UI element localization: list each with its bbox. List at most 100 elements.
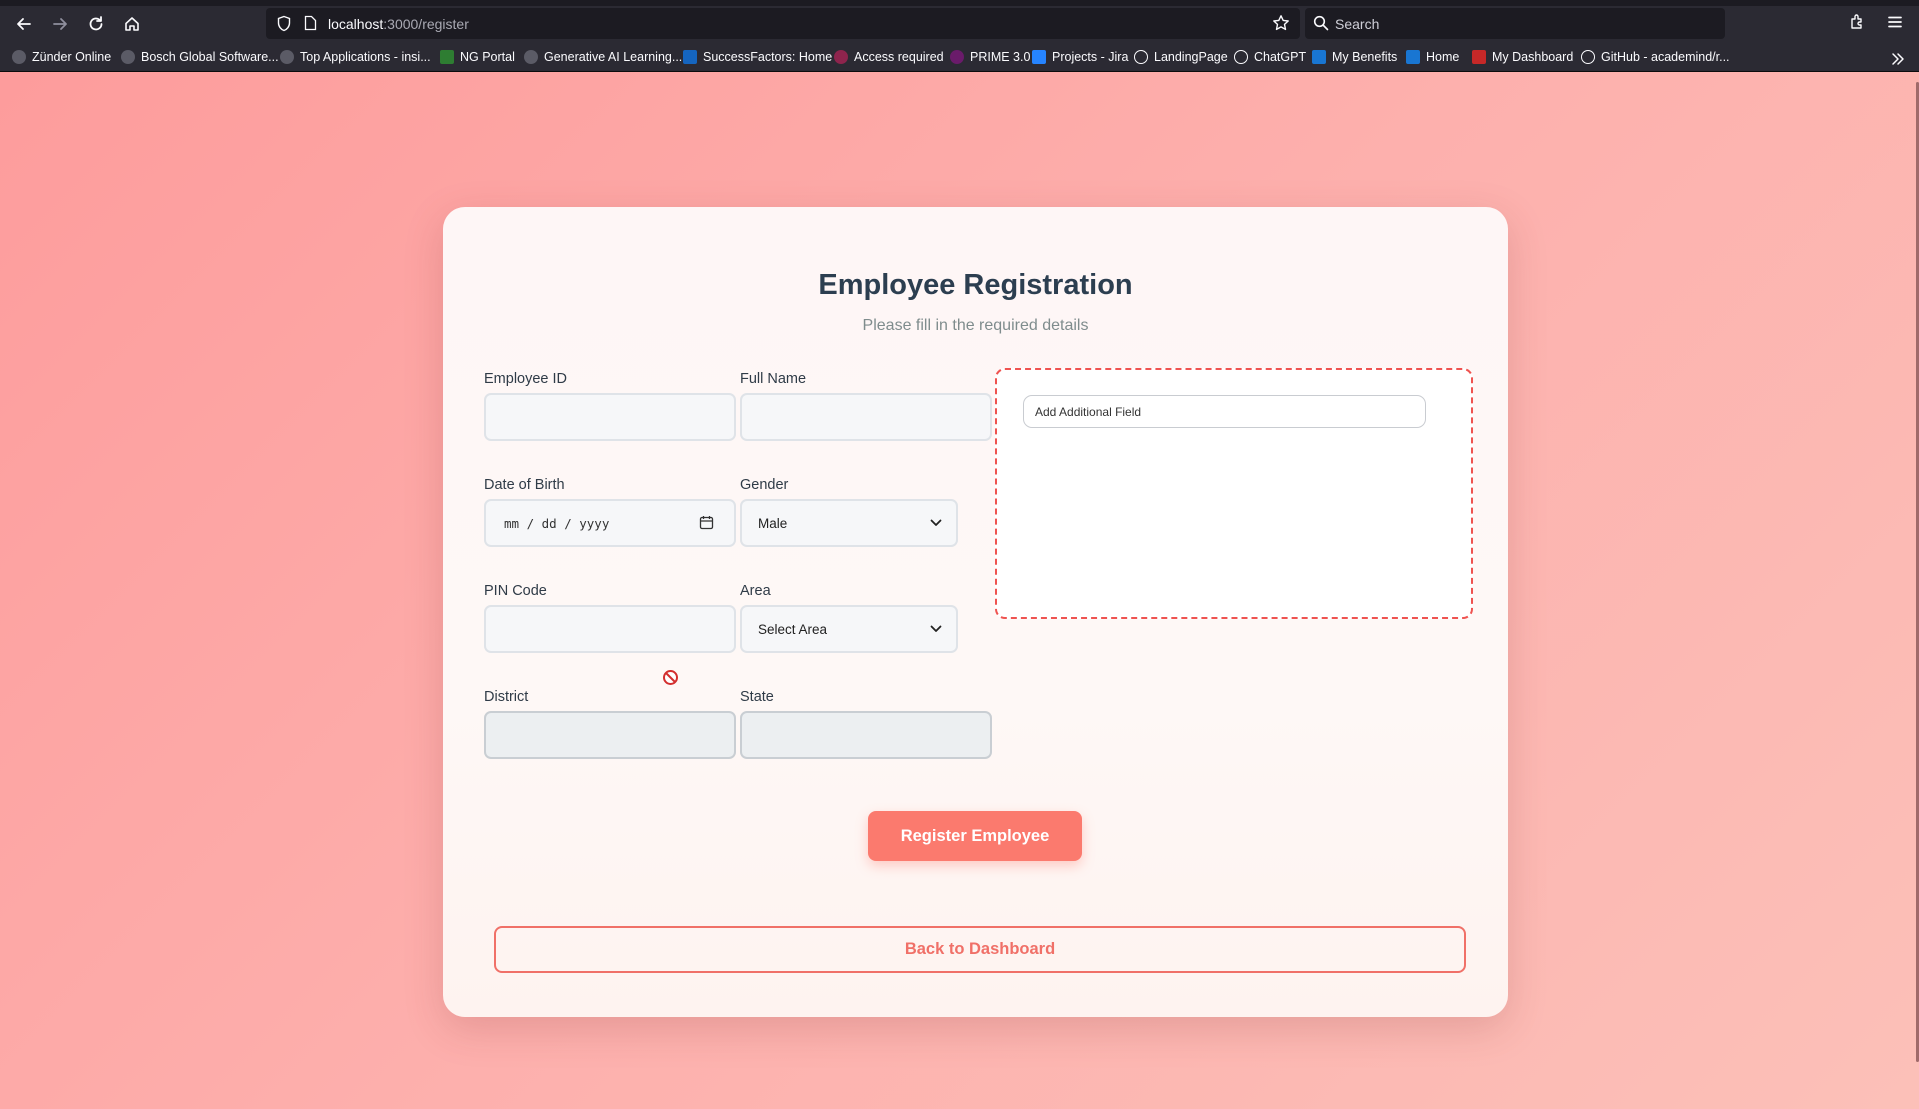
sap-icon bbox=[1312, 50, 1326, 64]
bookmark-favicon-icon bbox=[1472, 50, 1486, 64]
search-placeholder: Search bbox=[1335, 16, 1380, 32]
bookmark-label: Access required bbox=[854, 50, 944, 64]
bookmark-label: ChatGPT bbox=[1254, 50, 1307, 64]
gender-select[interactable]: Male bbox=[740, 499, 958, 547]
dob-input[interactable]: mm / dd / yyyy bbox=[484, 499, 736, 547]
arrow-right-icon bbox=[53, 18, 67, 30]
extensions-icon[interactable] bbox=[1848, 13, 1866, 31]
reload-button[interactable] bbox=[83, 11, 109, 37]
sap-icon bbox=[1406, 50, 1420, 64]
additional-fields-dropzone[interactable]: Add Additional Field bbox=[995, 368, 1473, 619]
bookmark-item[interactable]: Zünder Online bbox=[12, 50, 111, 64]
browser-toolbar: localhost:3000/register Search bbox=[0, 0, 1919, 46]
bookmark-label: SuccessFactors: Home bbox=[703, 50, 833, 64]
bookmark-item[interactable]: GitHub - academind/r... bbox=[1581, 50, 1730, 64]
shield-icon[interactable] bbox=[276, 15, 292, 32]
add-additional-field-input[interactable]: Add Additional Field bbox=[1023, 395, 1426, 428]
back-nav-button[interactable] bbox=[11, 11, 37, 37]
bookmark-item[interactable]: SuccessFactors: Home bbox=[683, 50, 832, 64]
bookmark-item[interactable]: PRIME 3.0 bbox=[950, 50, 1030, 64]
register-employee-button[interactable]: Register Employee bbox=[868, 811, 1082, 861]
pin-code-label: PIN Code bbox=[484, 583, 547, 599]
chevron-double-right-icon[interactable] bbox=[1890, 51, 1906, 67]
address-bar[interactable]: localhost:3000/register bbox=[266, 8, 1300, 39]
bookmark-item[interactable]: NG Portal bbox=[440, 50, 515, 64]
calendar-icon[interactable] bbox=[699, 515, 714, 530]
area-label: Area bbox=[740, 583, 771, 599]
globe-icon bbox=[1134, 50, 1148, 64]
full-name-input[interactable] bbox=[740, 393, 992, 441]
home-icon bbox=[125, 17, 139, 31]
bookmark-label: Projects - Jira bbox=[1052, 50, 1129, 64]
arrow-left-icon bbox=[17, 18, 31, 30]
bookmark-item[interactable]: LandingPage bbox=[1134, 50, 1228, 64]
url-host: localhost bbox=[328, 16, 384, 32]
bookmark-label: My Benefits bbox=[1332, 50, 1398, 64]
bookmark-item[interactable]: ChatGPT bbox=[1234, 50, 1306, 64]
bookmark-favicon-icon bbox=[834, 50, 848, 64]
district-input[interactable] bbox=[484, 711, 736, 759]
bookmark-item[interactable]: Generative AI Learning... bbox=[524, 50, 682, 64]
page-background: Employee Registration Please fill in the… bbox=[0, 72, 1919, 1109]
chevron-down-icon bbox=[930, 625, 942, 632]
bookmark-favicon-icon bbox=[12, 50, 26, 64]
state-label: State bbox=[740, 689, 774, 705]
bookmark-favicon-icon bbox=[121, 50, 135, 64]
add-additional-field-text: Add Additional Field bbox=[1035, 405, 1142, 419]
gender-value: Male bbox=[758, 516, 788, 531]
not-allowed-icon bbox=[663, 670, 678, 685]
bookmark-star-icon[interactable] bbox=[1272, 14, 1290, 32]
area-value: Select Area bbox=[758, 622, 828, 637]
employee-id-input[interactable] bbox=[484, 393, 736, 441]
dob-placeholder: mm / dd / yyyy bbox=[504, 516, 610, 531]
district-label: District bbox=[484, 689, 529, 705]
bookmark-label: Zünder Online bbox=[32, 50, 112, 64]
bookmark-label: NG Portal bbox=[460, 50, 515, 64]
bookmark-label: Top Applications - insi... bbox=[300, 50, 431, 64]
bookmark-label: Bosch Global Software... bbox=[141, 50, 279, 64]
bookmark-label: PRIME 3.0 bbox=[970, 50, 1031, 64]
forward-nav-button[interactable] bbox=[47, 11, 73, 37]
pin-code-input[interactable] bbox=[484, 605, 736, 653]
bookmark-label: Home bbox=[1426, 50, 1460, 64]
hamburger-menu-icon[interactable] bbox=[1886, 13, 1904, 31]
github-icon bbox=[1581, 50, 1595, 64]
bookmark-label: Generative AI Learning... bbox=[544, 50, 683, 64]
url-path: :3000/register bbox=[383, 16, 469, 32]
gender-label: Gender bbox=[740, 477, 789, 493]
chatgpt-icon bbox=[1234, 50, 1248, 64]
scrollbar[interactable] bbox=[1915, 72, 1919, 1109]
bookmark-favicon-icon bbox=[683, 50, 697, 64]
url-text[interactable]: localhost:3000/register bbox=[328, 16, 469, 32]
bookmark-favicon-icon bbox=[1032, 50, 1046, 64]
reload-icon bbox=[89, 16, 103, 31]
bookmark-favicon-icon bbox=[950, 50, 964, 64]
bookmark-item[interactable]: Home bbox=[1406, 50, 1459, 64]
bookmark-label: LandingPage bbox=[1154, 50, 1228, 64]
search-icon bbox=[1313, 15, 1329, 31]
bookmark-label: My Dashboard bbox=[1492, 50, 1574, 64]
bookmark-favicon-icon bbox=[280, 50, 294, 64]
page-icon bbox=[304, 15, 317, 31]
page-title: Employee Registration bbox=[818, 269, 1133, 301]
full-name-label: Full Name bbox=[740, 371, 807, 387]
bookmark-item[interactable]: Projects - Jira bbox=[1032, 50, 1128, 64]
bookmarks-bar: Zünder Online Bosch Global Software... T… bbox=[0, 46, 1919, 72]
dob-label: Date of Birth bbox=[484, 477, 565, 493]
home-button[interactable] bbox=[119, 11, 145, 37]
tab-strip bbox=[0, 0, 1919, 6]
chevron-down-icon bbox=[930, 519, 942, 526]
employee-id-label: Employee ID bbox=[484, 371, 568, 387]
area-select[interactable]: Select Area bbox=[740, 605, 958, 653]
bookmark-item[interactable]: Access required bbox=[834, 50, 944, 64]
search-bar[interactable]: Search bbox=[1305, 8, 1725, 39]
back-to-dashboard-button[interactable]: Back to Dashboard bbox=[494, 926, 1466, 973]
page-subtitle: Please fill in the required details bbox=[862, 317, 1089, 334]
registration-card: Employee Registration Please fill in the… bbox=[443, 207, 1508, 1017]
bookmark-item[interactable]: Top Applications - insi... bbox=[280, 50, 431, 64]
bookmark-item[interactable]: Bosch Global Software... bbox=[121, 50, 279, 64]
state-input[interactable] bbox=[740, 711, 992, 759]
bookmark-favicon-icon bbox=[524, 50, 538, 64]
bookmark-item[interactable]: My Dashboard bbox=[1472, 50, 1573, 64]
bookmark-item[interactable]: My Benefits bbox=[1312, 50, 1397, 64]
